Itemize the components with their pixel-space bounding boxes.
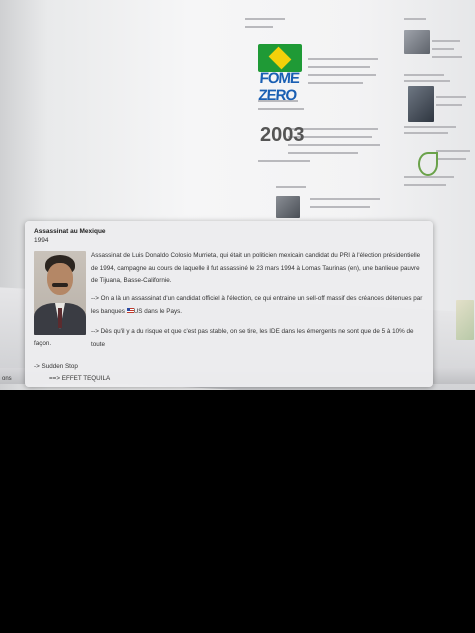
event-description-paragraph: --> Dès qu'il y a du risque et que c'est… <box>91 328 414 348</box>
note-effet-tequila: ==> EFFET TEQUILA <box>49 375 111 382</box>
event-thumbnail <box>276 196 300 218</box>
us-flag-icon <box>126 307 134 313</box>
note-sudden-stop: -> Sudden Stop <box>34 363 78 370</box>
timeline-text-fragment: ons <box>2 376 12 382</box>
event-thumbnail <box>404 30 430 54</box>
event-description-continuation: façon. <box>34 340 52 347</box>
event-year-2003: 2003 <box>260 124 305 146</box>
fome-zero-logo: FOME ZERO <box>258 44 302 104</box>
leaf-logo-icon <box>418 152 438 176</box>
event-description-paragraph: Assassinat de Luis Donaldo Colosio Murri… <box>91 252 421 284</box>
paragraph-text: US dans le Pays. <box>133 307 183 315</box>
event-photo <box>34 251 86 335</box>
fome-zero-logo-text: FOME ZERO <box>257 70 300 104</box>
event-detail-popup[interactable]: Assassinat au Mexique 1994 Assassinat de… <box>25 221 433 387</box>
map-thumbnail <box>456 300 474 340</box>
photo-mustache <box>52 283 68 287</box>
event-thumbnail <box>408 86 434 122</box>
photo-face <box>47 263 73 295</box>
event-description-paragraph: --> On a là un assassinat d'un candidat … <box>91 293 425 318</box>
photo-tie <box>58 308 62 328</box>
brazil-flag-icon <box>258 44 302 72</box>
event-year: 1994 <box>34 237 49 244</box>
event-title: Assassinat au Mexique <box>34 228 106 235</box>
